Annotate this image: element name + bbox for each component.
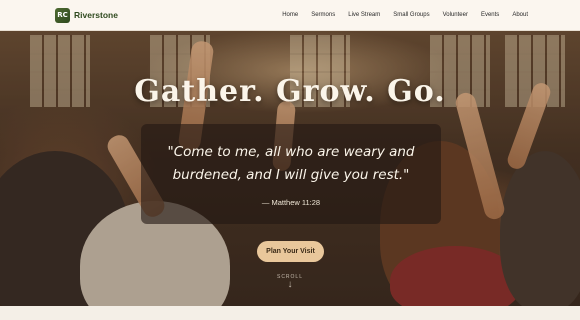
nav-item-home[interactable]: Home: [282, 12, 298, 18]
hero-section: Gather. Grow. Go. "Come to me, all who a…: [0, 31, 580, 306]
nav-item-volunteer[interactable]: Volunteer: [443, 12, 468, 18]
nav-item-small-groups[interactable]: Small Groups: [393, 12, 429, 18]
nav-item-events[interactable]: Events: [481, 12, 499, 18]
brand-home-link[interactable]: RC Riverstone: [55, 7, 118, 23]
nav-item-sermons[interactable]: Sermons: [311, 12, 335, 18]
scripture-quote-card: "Come to me, all who are weary and burde…: [141, 124, 441, 224]
main-nav: Home Sermons Live Stream Small Groups Vo…: [269, 12, 528, 18]
scroll-indicator[interactable]: SCROLL ↓: [270, 274, 310, 290]
nav-item-about[interactable]: About: [512, 12, 528, 18]
plan-your-visit-button[interactable]: Plan Your Visit: [257, 241, 324, 262]
next-section-edge: [0, 306, 580, 320]
navbar: RC Riverstone Home Sermons Live Stream S…: [0, 0, 580, 31]
nav-item-live-stream[interactable]: Live Stream: [348, 12, 380, 18]
arrow-down-icon: ↓: [287, 279, 293, 290]
scripture-quote: "Come to me, all who are weary and burde…: [167, 144, 415, 183]
brand-name: Riverstone: [74, 10, 118, 20]
scripture-reference: — Matthew 11:28: [261, 198, 321, 207]
logo: RC: [55, 7, 70, 23]
hero-headline: Gather. Grow. Go.: [134, 74, 446, 109]
